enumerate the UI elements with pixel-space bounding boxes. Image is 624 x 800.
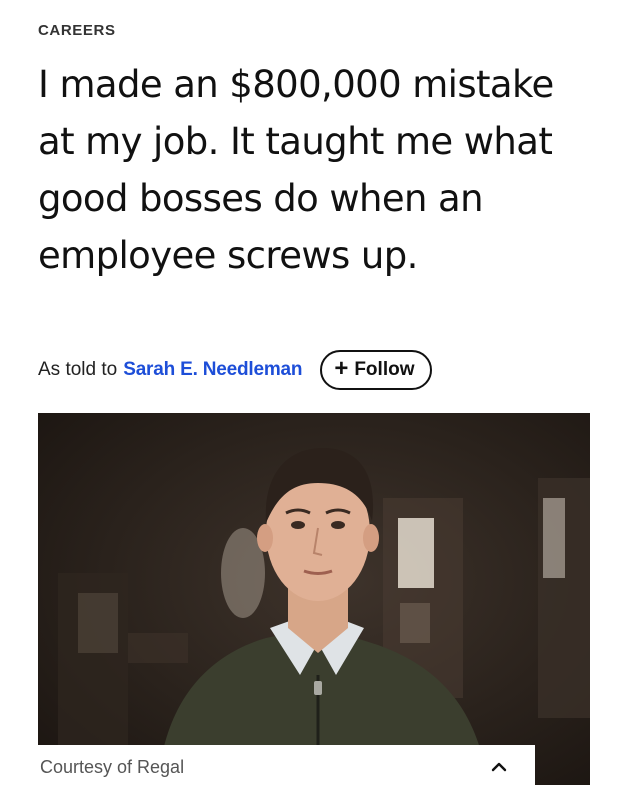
follow-button[interactable]: + Follow [320, 350, 433, 390]
image-caption-bar: Courtesy of Regal [30, 745, 535, 789]
plus-icon: + [334, 355, 349, 382]
byline-prefix: As told to [38, 359, 118, 380]
article-headline: I made an $800,000 mistake at my job. It… [38, 63, 554, 277]
portrait-illustration [58, 448, 590, 785]
section-label[interactable]: CAREERS [38, 22, 116, 39]
byline: As told to Sarah E. Needleman + Follow [38, 349, 433, 391]
follow-label: Follow [354, 359, 415, 380]
author-link[interactable]: Sarah E. Needleman [123, 359, 302, 381]
chevron-up-icon[interactable] [481, 749, 517, 785]
image-caption: Courtesy of Regal [40, 756, 185, 777]
article-photo [38, 413, 590, 785]
